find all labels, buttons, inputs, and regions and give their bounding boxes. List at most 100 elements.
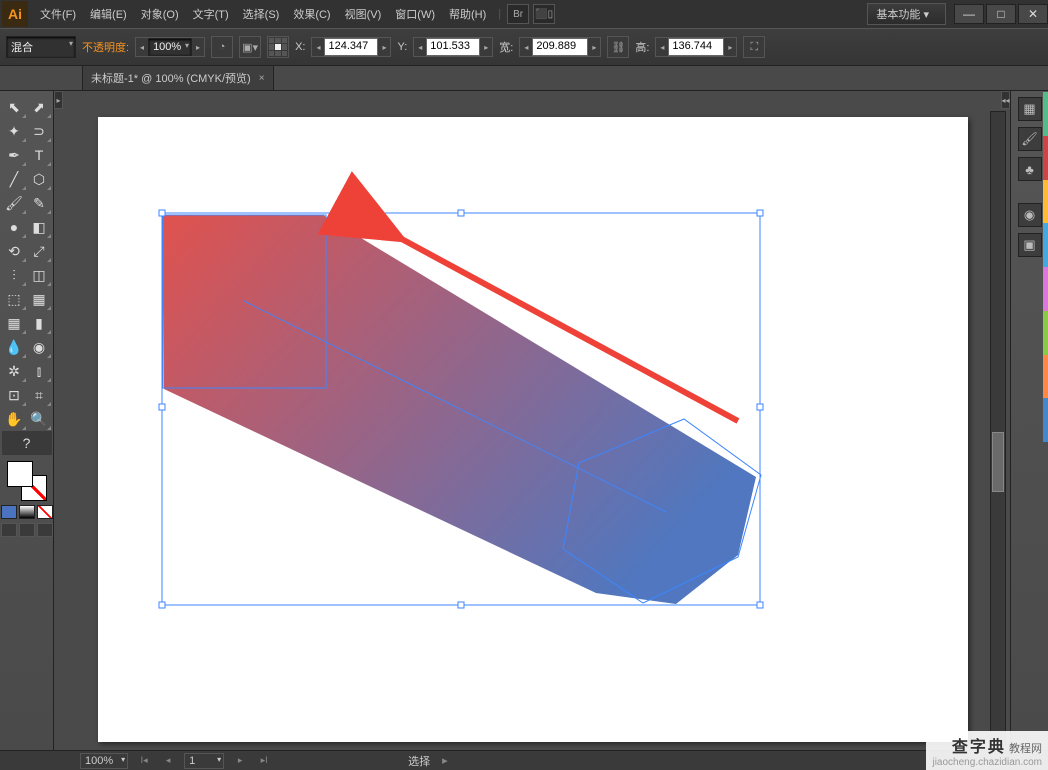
draw-behind-button[interactable] bbox=[19, 523, 35, 537]
zoom-tool[interactable]: 🔍 bbox=[27, 407, 52, 431]
document-tab[interactable]: 未标题-1* @ 100% (CMYK/预览) × bbox=[82, 65, 274, 90]
screen-mode-row bbox=[1, 523, 53, 537]
blob-brush-tool[interactable]: ● bbox=[2, 215, 27, 239]
slice-tool[interactable]: ⌗ bbox=[27, 383, 52, 407]
height-field[interactable]: 136.744 bbox=[668, 38, 724, 56]
menu-view[interactable]: 视图(V) bbox=[339, 2, 388, 26]
toolbox: ⬉⬈✦⊃✒T╱⬡🖌✎●◧⟲⤢⫶◫⬚▦▦▮💧◉✲⫾⊡⌗✋🔍 ? bbox=[0, 91, 54, 750]
opacity-field[interactable]: 100% bbox=[148, 38, 192, 56]
menu-type[interactable]: 文字(T) bbox=[187, 2, 235, 26]
fill-stroke-control[interactable] bbox=[7, 461, 47, 501]
panel-icon-appearance[interactable]: ◉ bbox=[1018, 203, 1042, 227]
perspective-grid-tool[interactable]: ▦ bbox=[27, 287, 52, 311]
panel-icon-color[interactable]: ▦ bbox=[1018, 97, 1042, 121]
h-label: 高: bbox=[635, 39, 649, 55]
eraser-tool[interactable]: ◧ bbox=[27, 215, 52, 239]
color-mode-gradient[interactable] bbox=[19, 505, 35, 519]
w-label: 宽: bbox=[499, 39, 513, 55]
shape-builder-tool[interactable]: ⬚ bbox=[2, 287, 27, 311]
canvas-area[interactable]: ▸ ◂◂ bbox=[54, 91, 1010, 750]
width-field[interactable]: 209.889 bbox=[532, 38, 588, 56]
column-graph-tool[interactable]: ⫾ bbox=[27, 359, 52, 383]
x-field[interactable]: 124.347 bbox=[324, 38, 378, 56]
tab-close-icon[interactable]: × bbox=[259, 73, 265, 84]
decorative-color-bars bbox=[1043, 92, 1048, 442]
transform-panel-button[interactable]: ⛶ bbox=[743, 36, 765, 58]
control-bar: 混合 不透明度: ◂100%▸ ◔ ▣▾ X: ◂124.347▸ Y: ◂10… bbox=[0, 28, 1048, 66]
menu-object[interactable]: 对象(O) bbox=[135, 2, 185, 26]
draw-normal-button[interactable] bbox=[1, 523, 17, 537]
pencil-tool[interactable]: ✎ bbox=[27, 191, 52, 215]
lasso-tool[interactable]: ⊃ bbox=[27, 119, 52, 143]
vertical-scrollbar[interactable] bbox=[990, 111, 1006, 746]
rectangle-tool[interactable]: ⬡ bbox=[27, 167, 52, 191]
menu-window[interactable]: 窗口(W) bbox=[389, 2, 441, 26]
line-tool[interactable]: ╱ bbox=[2, 167, 27, 191]
document-tab-title: 未标题-1* @ 100% (CMYK/预览) bbox=[91, 70, 251, 86]
paintbrush-tool[interactable]: 🖌 bbox=[2, 191, 27, 215]
direct-selection-tool[interactable]: ⬈ bbox=[27, 95, 52, 119]
color-mode-solid[interactable] bbox=[1, 505, 17, 519]
first-artboard-button[interactable]: I◂ bbox=[136, 754, 152, 768]
x-label: X: bbox=[295, 41, 305, 53]
color-mode-row bbox=[0, 505, 54, 519]
panel-icon-symbols[interactable]: ♣ bbox=[1018, 157, 1042, 181]
blend-mode-select[interactable]: 混合 bbox=[6, 36, 76, 58]
pen-tool[interactable]: ✒ bbox=[2, 143, 27, 167]
panel-icon-brushes[interactable]: 🖌 bbox=[1018, 127, 1042, 151]
selection-tool[interactable]: ⬉ bbox=[2, 95, 27, 119]
scale-tool[interactable]: ⤢ bbox=[27, 239, 52, 263]
window-close-button[interactable]: ✕ bbox=[1018, 4, 1048, 24]
type-tool[interactable]: T bbox=[27, 143, 52, 167]
vertical-scrollbar-thumb[interactable] bbox=[992, 432, 1004, 492]
panel-icon-graphic-styles[interactable]: ▣ bbox=[1018, 233, 1042, 257]
status-bar: 100% I◂ ◂ 1 ▸ ▸I 选择 ▸ bbox=[0, 750, 1048, 770]
workspace-switcher[interactable]: 基本功能 ▾ bbox=[867, 3, 946, 25]
fill-swatch[interactable] bbox=[7, 461, 33, 487]
y-field[interactable]: 101.533 bbox=[426, 38, 480, 56]
next-artboard-button[interactable]: ▸ bbox=[232, 754, 248, 768]
menu-help[interactable]: 帮助(H) bbox=[443, 2, 492, 26]
artboard-number-field[interactable]: 1 bbox=[184, 753, 224, 769]
titlebar: Ai 文件(F) 编辑(E) 对象(O) 文字(T) 选择(S) 效果(C) 视… bbox=[0, 0, 1048, 28]
width-tool[interactable]: ⫶ bbox=[2, 263, 27, 287]
main-menu: 文件(F) 编辑(E) 对象(O) 文字(T) 选择(S) 效果(C) 视图(V… bbox=[34, 2, 492, 26]
reference-point-selector[interactable] bbox=[267, 36, 289, 58]
artboard[interactable] bbox=[98, 117, 968, 742]
gradient-tool[interactable]: ▮ bbox=[27, 311, 52, 335]
bridge-button[interactable]: Br bbox=[507, 4, 529, 24]
artwork-svg bbox=[98, 117, 968, 742]
magic-wand-tool[interactable]: ✦ bbox=[2, 119, 27, 143]
draw-inside-button[interactable] bbox=[37, 523, 53, 537]
rotate-tool[interactable]: ⟲ bbox=[2, 239, 27, 263]
y-label: Y: bbox=[397, 41, 407, 53]
menu-file[interactable]: 文件(F) bbox=[34, 2, 82, 26]
app-logo-icon: Ai bbox=[2, 1, 28, 27]
menu-select[interactable]: 选择(S) bbox=[237, 2, 286, 26]
last-artboard-button[interactable]: ▸I bbox=[256, 754, 272, 768]
zoom-field[interactable]: 100% bbox=[80, 753, 128, 769]
menu-edit[interactable]: 编辑(E) bbox=[84, 2, 133, 26]
constrain-proportions-button[interactable]: ⛓ bbox=[607, 36, 629, 58]
arrange-documents-button[interactable]: ⬛▯ bbox=[533, 4, 555, 24]
align-button[interactable]: ▣▾ bbox=[239, 36, 261, 58]
menu-effect[interactable]: 效果(C) bbox=[287, 2, 336, 26]
document-tab-bar: 未标题-1* @ 100% (CMYK/预览) × bbox=[0, 66, 1048, 91]
watermark: 查字典 教程网 jiaocheng.chazidian.com bbox=[926, 731, 1048, 770]
window-minimize-button[interactable]: — bbox=[954, 4, 984, 24]
artboard-tool[interactable]: ⊡ bbox=[2, 383, 27, 407]
free-transform-tool[interactable]: ◫ bbox=[27, 263, 52, 287]
prev-artboard-button[interactable]: ◂ bbox=[160, 754, 176, 768]
eyedropper-tool[interactable]: 💧 bbox=[2, 335, 27, 359]
window-maximize-button[interactable]: □ bbox=[986, 4, 1016, 24]
hand-tool[interactable]: ✋ bbox=[2, 407, 27, 431]
opacity-label: 不透明度: bbox=[82, 39, 129, 55]
expand-left-panels[interactable]: ▸ bbox=[54, 91, 63, 109]
color-mode-none[interactable] bbox=[37, 505, 53, 519]
expand-right-panels[interactable]: ◂◂ bbox=[1001, 91, 1010, 109]
blend-tool[interactable]: ◉ bbox=[27, 335, 52, 359]
mesh-tool[interactable]: ▦ bbox=[2, 311, 27, 335]
recolor-artwork-button[interactable]: ◔ bbox=[211, 36, 233, 58]
tool-help[interactable]: ? bbox=[2, 431, 52, 455]
symbol-sprayer-tool[interactable]: ✲ bbox=[2, 359, 27, 383]
